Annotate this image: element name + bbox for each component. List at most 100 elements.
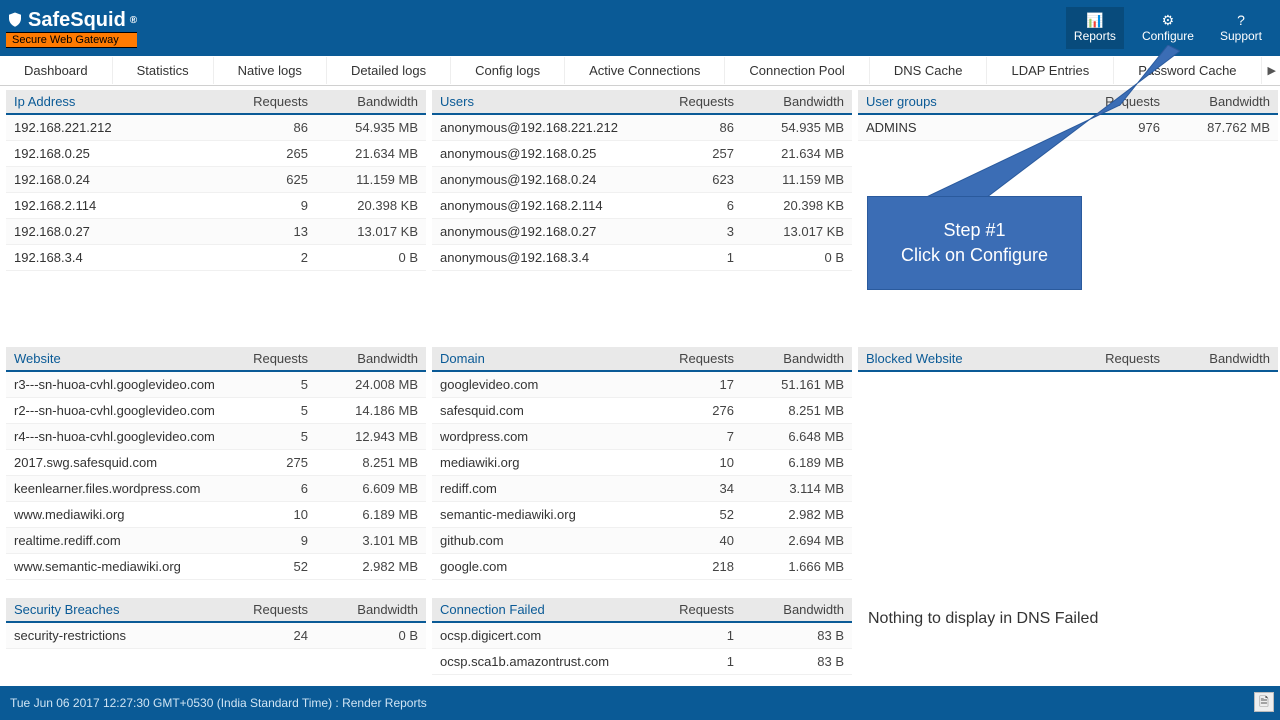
header-title: Ip Address: [14, 94, 218, 109]
table-row[interactable]: 192.168.0.2526521.634 MB: [6, 141, 426, 167]
table-row[interactable]: www.mediawiki.org106.189 MB: [6, 502, 426, 528]
tab-dns-cache[interactable]: DNS Cache: [870, 57, 988, 84]
table-row[interactable]: semantic-mediawiki.org522.982 MB: [432, 502, 852, 528]
cell-bandwidth: 83 B: [734, 628, 844, 643]
footer-text: Tue Jun 06 2017 12:27:30 GMT+0530 (India…: [10, 696, 427, 710]
cell-bandwidth: 6.609 MB: [308, 481, 418, 496]
table-row[interactable]: 192.168.2.114920.398 KB: [6, 193, 426, 219]
table-row[interactable]: keenlearner.files.wordpress.com66.609 MB: [6, 476, 426, 502]
table-row[interactable]: r2---sn-huoa-cvhl.googlevideo.com514.186…: [6, 398, 426, 424]
panel-body: Nothing to display in DNS Failed: [858, 598, 1278, 640]
table-row[interactable]: 192.168.0.271313.017 KB: [6, 219, 426, 245]
panel-body: googlevideo.com1751.161 MBsafesquid.com2…: [432, 372, 852, 580]
table-row[interactable]: security-restrictions240 B: [6, 623, 426, 649]
top-action-reports[interactable]: 📊Reports: [1066, 7, 1124, 49]
table-row[interactable]: rediff.com343.114 MB: [432, 476, 852, 502]
tabs-scroll-right[interactable]: ▶: [1262, 64, 1280, 77]
header-requests: Requests: [644, 94, 734, 109]
cell-name: r4---sn-huoa-cvhl.googlevideo.com: [14, 429, 218, 444]
header-title: Blocked Website: [866, 351, 1070, 366]
tab-active-connections[interactable]: Active Connections: [565, 57, 725, 84]
header-bandwidth: Bandwidth: [734, 602, 844, 617]
top-action-configure[interactable]: ⚙ Configure: [1134, 7, 1202, 49]
header-requests: Requests: [644, 351, 734, 366]
panel-header: Security BreachesRequestsBandwidth: [6, 598, 426, 623]
cell-name: ocsp.sca1b.amazontrust.com: [440, 654, 644, 669]
cell-name: r2---sn-huoa-cvhl.googlevideo.com: [14, 403, 218, 418]
cell-requests: 623: [644, 172, 734, 187]
cell-bandwidth: 14.186 MB: [308, 403, 418, 418]
cell-bandwidth: 6.189 MB: [734, 455, 844, 470]
callout-box: Step #1 Click on Configure: [867, 196, 1082, 290]
tab-native-logs[interactable]: Native logs: [214, 57, 327, 84]
cell-requests: 40: [644, 533, 734, 548]
brand: SafeSquid® Secure Web Gateway: [6, 9, 137, 48]
panel-ip: Ip AddressRequestsBandwidth192.168.221.2…: [6, 90, 426, 341]
callout-line2: Click on Configure: [901, 245, 1048, 266]
tab-connection-pool[interactable]: Connection Pool: [725, 57, 869, 84]
header-bandwidth: Bandwidth: [308, 351, 418, 366]
top-actions: 📊Reports ⚙ Configure ?Support: [1066, 7, 1270, 49]
table-row[interactable]: 192.168.3.420 B: [6, 245, 426, 271]
table-row[interactable]: realtime.rediff.com93.101 MB: [6, 528, 426, 554]
table-row[interactable]: anonymous@192.168.2.114620.398 KB: [432, 193, 852, 219]
table-row[interactable]: 192.168.221.2128654.935 MB: [6, 115, 426, 141]
top-bar: SafeSquid® Secure Web Gateway 📊Reports ⚙ C…: [0, 0, 1280, 56]
table-row[interactable]: ADMINS97687.762 MB: [858, 115, 1278, 141]
tab-password-cache[interactable]: Password Cache: [1114, 57, 1261, 84]
doc-icon[interactable]: 🗎: [1254, 692, 1274, 712]
top-action-support[interactable]: ?Support: [1212, 7, 1270, 49]
cell-requests: 24: [218, 628, 308, 643]
cell-bandwidth: 8.251 MB: [308, 455, 418, 470]
table-row[interactable]: googlevideo.com1751.161 MB: [432, 372, 852, 398]
cell-name: 192.168.2.114: [14, 198, 218, 213]
header-bandwidth: Bandwidth: [1160, 94, 1270, 109]
configure-icon: ⚙: [1142, 13, 1194, 27]
panel-header: Connection FailedRequestsBandwidth: [432, 598, 852, 623]
table-row[interactable]: www.semantic-mediawiki.org522.982 MB: [6, 554, 426, 580]
support-icon: ?: [1220, 13, 1262, 27]
brand-reg: ®: [130, 15, 137, 26]
tab-dashboard[interactable]: Dashboard: [0, 57, 113, 84]
header-requests: Requests: [1070, 94, 1160, 109]
tab-ldap-entries[interactable]: LDAP Entries: [987, 57, 1114, 84]
cell-requests: 52: [218, 559, 308, 574]
table-row[interactable]: github.com402.694 MB: [432, 528, 852, 554]
top-action-label: Configure: [1142, 29, 1194, 43]
table-row[interactable]: wordpress.com76.648 MB: [432, 424, 852, 450]
cell-name: 192.168.0.27: [14, 224, 218, 239]
table-row[interactable]: 192.168.0.2462511.159 MB: [6, 167, 426, 193]
header-requests: Requests: [218, 94, 308, 109]
table-row[interactable]: mediawiki.org106.189 MB: [432, 450, 852, 476]
callout-line1: Step #1: [943, 220, 1005, 241]
table-row[interactable]: r4---sn-huoa-cvhl.googlevideo.com512.943…: [6, 424, 426, 450]
panel-header: User groupsRequestsBandwidth: [858, 90, 1278, 115]
table-row[interactable]: ocsp.digicert.com183 B: [432, 623, 852, 649]
table-row[interactable]: google.com2181.666 MB: [432, 554, 852, 580]
table-row[interactable]: ocsp.sca1b.amazontrust.com183 B: [432, 649, 852, 675]
header-bandwidth: Bandwidth: [1160, 351, 1270, 366]
tab-statistics[interactable]: Statistics: [113, 57, 214, 84]
table-row[interactable]: safesquid.com2768.251 MB: [432, 398, 852, 424]
cell-name: safesquid.com: [440, 403, 644, 418]
cell-bandwidth: 20.398 KB: [308, 198, 418, 213]
cell-bandwidth: 6.189 MB: [308, 507, 418, 522]
header-requests: Requests: [644, 602, 734, 617]
cell-requests: 6: [644, 198, 734, 213]
table-row[interactable]: 2017.swg.safesquid.com2758.251 MB: [6, 450, 426, 476]
cell-requests: 52: [644, 507, 734, 522]
cell-bandwidth: 24.008 MB: [308, 377, 418, 392]
table-row[interactable]: r3---sn-huoa-cvhl.googlevideo.com524.008…: [6, 372, 426, 398]
cell-name: anonymous@192.168.0.27: [440, 224, 644, 239]
table-row[interactable]: anonymous@192.168.0.2525721.634 MB: [432, 141, 852, 167]
cell-bandwidth: 8.251 MB: [734, 403, 844, 418]
table-row[interactable]: anonymous@192.168.0.2462311.159 MB: [432, 167, 852, 193]
cell-bandwidth: 3.114 MB: [734, 481, 844, 496]
table-row[interactable]: anonymous@192.168.0.27313.017 KB: [432, 219, 852, 245]
table-row[interactable]: anonymous@192.168.3.410 B: [432, 245, 852, 271]
tab-detailed-logs[interactable]: Detailed logs: [327, 57, 451, 84]
tab-config-logs[interactable]: Config logs: [451, 57, 565, 84]
reports-icon: 📊: [1074, 13, 1116, 27]
cell-bandwidth: 51.161 MB: [734, 377, 844, 392]
table-row[interactable]: anonymous@192.168.221.2128654.935 MB: [432, 115, 852, 141]
